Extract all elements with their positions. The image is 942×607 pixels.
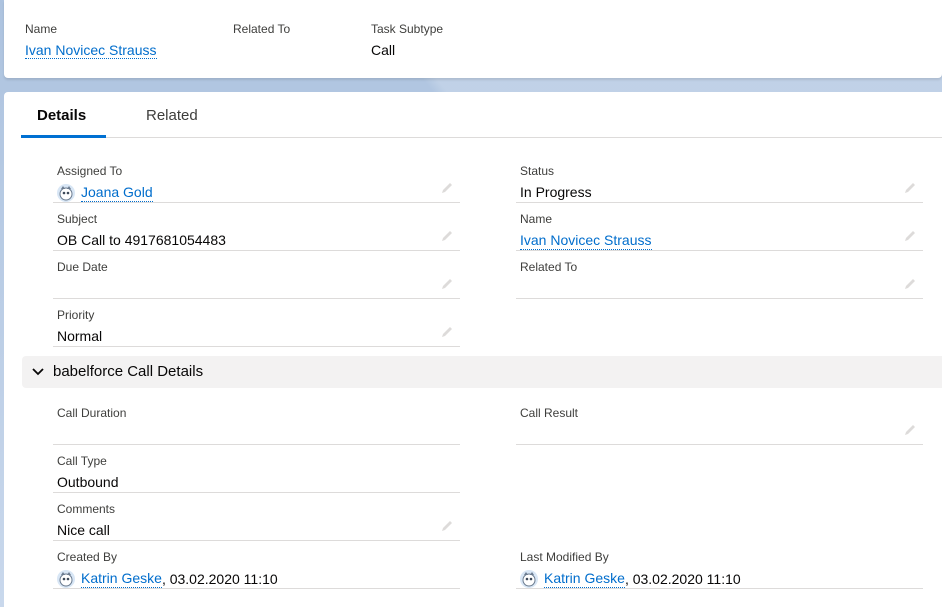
section-title: babelforce Call Details xyxy=(53,363,204,380)
chevron-down-icon xyxy=(32,368,44,376)
created-date: , 03.02.2020 11:10 xyxy=(161,570,278,587)
field-related-to: Related To xyxy=(516,251,923,299)
field-last-modified-by: Last Modified By Katrin Geske , 03.02.20… xyxy=(516,541,923,589)
edit-pencil-icon[interactable] xyxy=(440,181,454,195)
field-label: Assigned To xyxy=(57,164,123,178)
header-field-label: Related To xyxy=(233,22,291,36)
field-created-by: Created By Katrin Geske , 03.02.2020 11:… xyxy=(53,541,460,589)
field-label: Comments xyxy=(57,502,116,516)
field-due-date: Due Date xyxy=(53,251,460,299)
last-modified-date: , 03.02.2020 11:10 xyxy=(624,570,741,587)
user-avatar-icon xyxy=(57,569,75,588)
created-by-user-link[interactable]: Katrin Geske xyxy=(81,569,162,588)
header-field-label: Task Subtype xyxy=(371,22,444,36)
field-label: Name xyxy=(520,212,553,226)
field-name: Name Ivan Novicec Strauss xyxy=(516,203,923,251)
field-label: Subject xyxy=(57,212,98,226)
field-value: Normal xyxy=(57,328,103,344)
tab-bar: Details Related xyxy=(21,92,942,138)
header-field-name: Name Ivan Novicec Strauss xyxy=(25,21,157,59)
edit-pencil-icon[interactable] xyxy=(440,519,454,533)
field-status: Status In Progress xyxy=(516,155,923,203)
section-header-babelforce[interactable]: babelforce Call Details xyxy=(22,356,942,388)
edit-pencil-icon[interactable] xyxy=(903,277,917,291)
edit-pencil-icon[interactable] xyxy=(440,277,454,291)
name-link[interactable]: Ivan Novicec Strauss xyxy=(520,231,652,250)
field-label: Call Type xyxy=(57,454,107,468)
field-label: Call Duration xyxy=(57,406,127,420)
edit-pencil-icon[interactable] xyxy=(903,181,917,195)
tab-details[interactable]: Details xyxy=(37,106,86,126)
user-avatar-icon xyxy=(57,183,75,202)
user-avatar-icon xyxy=(520,569,538,588)
field-label: Priority xyxy=(57,308,95,322)
header-field-label: Name xyxy=(25,22,58,36)
highlights-panel: Name Ivan Novicec Strauss Related To Tas… xyxy=(4,0,942,78)
assigned-to-link[interactable]: Joana Gold xyxy=(81,183,153,202)
field-priority: Priority Normal xyxy=(53,299,460,347)
field-call-type: Call Type Outbound xyxy=(53,445,460,493)
field-value: OB Call to 4917681054483 xyxy=(57,232,226,248)
edit-pencil-icon[interactable] xyxy=(440,325,454,339)
edit-pencil-icon[interactable] xyxy=(903,423,917,437)
field-label: Related To xyxy=(520,260,578,274)
header-name-link[interactable]: Ivan Novicec Strauss xyxy=(25,42,157,59)
header-field-related-to: Related To xyxy=(233,21,290,41)
edit-pencil-icon[interactable] xyxy=(440,229,454,243)
field-value: In Progress xyxy=(520,184,592,200)
field-label: Call Result xyxy=(520,406,579,420)
last-modified-user-link[interactable]: Katrin Geske xyxy=(544,569,625,588)
header-field-value: Call xyxy=(371,42,396,58)
field-label: Last Modified By xyxy=(520,550,609,564)
field-subject: Subject OB Call to 4917681054483 xyxy=(53,203,460,251)
active-tab-indicator xyxy=(21,135,106,138)
tab-related[interactable]: Related xyxy=(146,106,198,126)
field-label: Created By xyxy=(57,550,118,564)
field-comments: Comments Nice call xyxy=(53,493,460,541)
field-label: Status xyxy=(520,164,555,178)
edit-pencil-icon[interactable] xyxy=(903,229,917,243)
field-label: Due Date xyxy=(57,260,108,274)
field-value: Outbound xyxy=(57,474,119,490)
header-field-task-subtype: Task Subtype Call xyxy=(371,21,443,59)
field-assigned-to: Assigned To Joana Gold xyxy=(53,155,460,203)
field-value: Nice call xyxy=(57,522,110,538)
field-call-duration: Call Duration xyxy=(53,397,460,445)
record-detail-card: Details Related Assigned To Joana Gold S… xyxy=(4,92,942,607)
field-call-result: Call Result xyxy=(516,397,923,445)
